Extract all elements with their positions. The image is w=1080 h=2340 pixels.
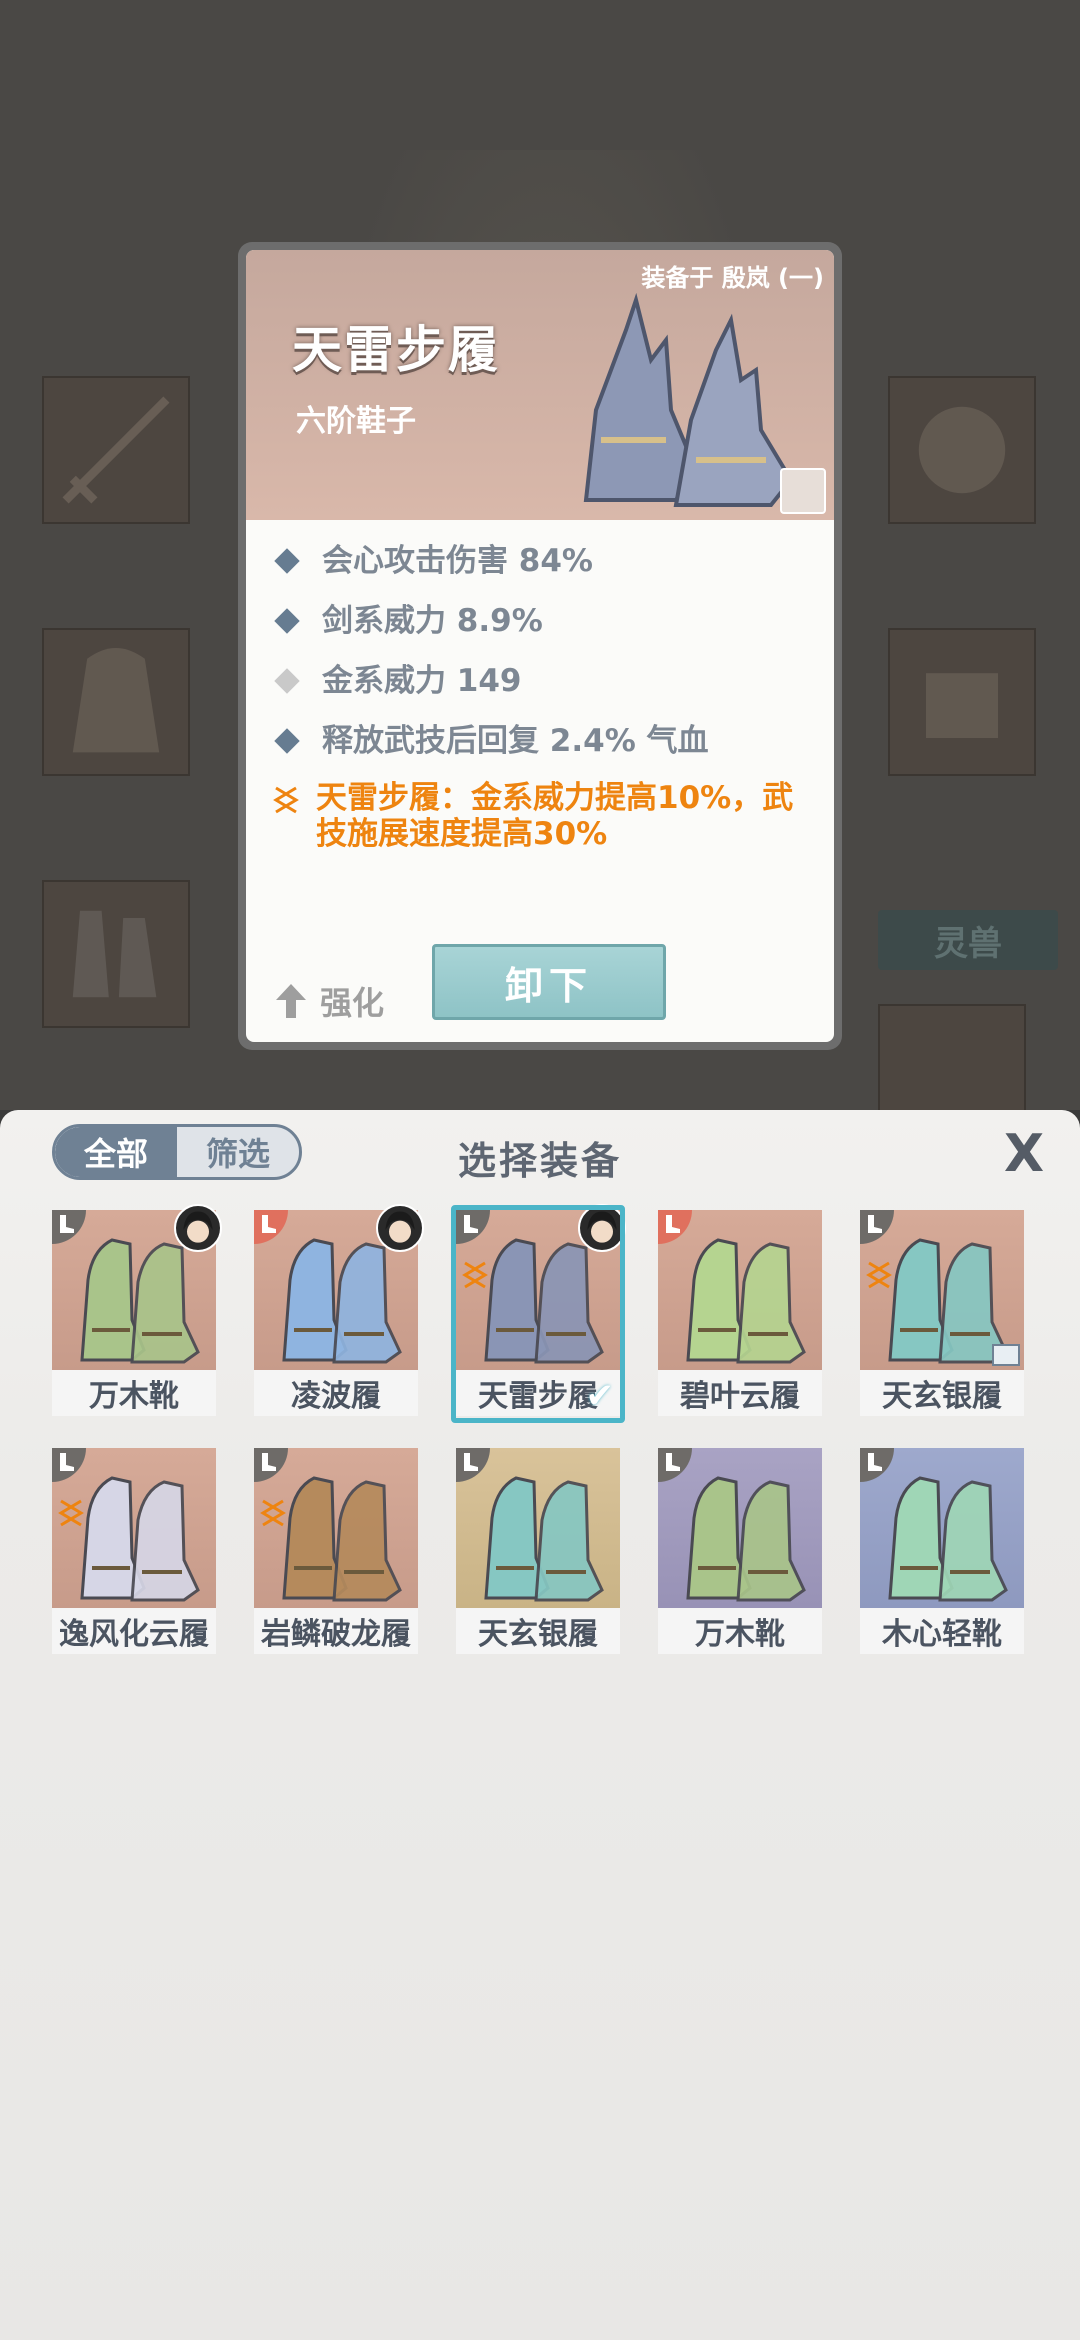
boots-art-icon xyxy=(583,292,794,507)
equipment-tile[interactable]: 逸风化云履 xyxy=(52,1448,216,1656)
up-arrow-icon xyxy=(276,984,306,1018)
select-equipment-panel: 全部 筛选 选择装备 X 万木靴 凌波履 天雷步履 ✔ 碧叶云履 天玄银履 逸风化云履 岩鳞破… xyxy=(0,1110,1080,2340)
stat-text: 会心攻击伤害 84% xyxy=(322,543,593,579)
enhance-label: 强化 xyxy=(320,984,385,1022)
equipment-detail-card: 装备于 殷岚 (一) 天雷步履 六阶鞋子 会心攻击伤害 84% 剑系威力 8.9… xyxy=(238,242,842,1050)
equipped-on-label: 装备于 殷岚 (一) xyxy=(641,264,824,292)
card-header: 装备于 殷岚 (一) 天雷步履 六阶鞋子 xyxy=(246,250,834,520)
diamond-icon xyxy=(274,608,300,634)
set-bonus-icon xyxy=(260,1498,286,1528)
stat-text: 金系威力 149 xyxy=(322,663,522,699)
pet-tab: 灵兽 xyxy=(878,910,1058,970)
stat-row: 金系威力 149 xyxy=(272,660,814,702)
accessory-slot xyxy=(888,376,1036,524)
set-bonus-text: 天雷步履：金系威力提高10%，武 技施展速度提高30% xyxy=(316,780,793,852)
equipment-tile[interactable]: 木心轻靴 xyxy=(860,1448,1024,1656)
equipment-name: 万木靴 xyxy=(658,1608,822,1654)
enhance-button[interactable]: 强化 xyxy=(274,978,384,1024)
stat-row: 剑系威力 8.9% xyxy=(272,600,814,642)
panel-title: 选择装备 xyxy=(457,1139,622,1183)
equipment-tile[interactable]: 天雷步履 ✔ xyxy=(451,1204,626,1423)
pet-slot xyxy=(878,1004,1026,1110)
bind-tag-icon xyxy=(780,468,826,514)
equipment-tile[interactable]: 天玄银履 xyxy=(860,1210,1024,1418)
diamond-icon xyxy=(274,728,300,754)
equipment-tile[interactable]: 凌波履 xyxy=(254,1204,424,1418)
pet-tab-label: 灵兽 xyxy=(934,923,1002,964)
set-bonus-line: 天雷步履：金系威力提高10%，武 xyxy=(316,780,794,816)
checkmark-icon: ✔ xyxy=(585,1376,615,1416)
equipment-name: 凌波履 xyxy=(254,1370,418,1416)
set-bonus-icon xyxy=(58,1498,84,1528)
equipment-tile[interactable]: 万木靴 xyxy=(658,1448,822,1656)
close-button[interactable]: X xyxy=(998,1128,1050,1180)
equipment-tile[interactable]: 岩鳞破龙履 xyxy=(254,1448,418,1656)
diamond-icon xyxy=(274,548,300,574)
stats-list: 会心攻击伤害 84% 剑系威力 8.9% 金系威力 149 释放武技后回复 2.… xyxy=(272,540,814,870)
equipment-name: 万木靴 xyxy=(52,1370,216,1416)
item-type: 六阶鞋子 xyxy=(296,404,416,439)
relic-slot xyxy=(888,628,1036,776)
equipped-character-avatar xyxy=(376,1204,424,1252)
equipment-name: 木心轻靴 xyxy=(860,1608,1024,1654)
weapon-slot xyxy=(42,376,190,524)
stat-row: 释放武技后回复 2.4% 气血 xyxy=(272,720,814,762)
stat-row: 会心攻击伤害 84% xyxy=(272,540,814,582)
item-name: 天雷步履 xyxy=(292,321,500,379)
equipment-name: 岩鳞破龙履 xyxy=(254,1608,418,1654)
card-body: 装备于 殷岚 (一) 天雷步履 六阶鞋子 会心攻击伤害 84% 剑系威力 8.9… xyxy=(246,250,834,1042)
equipment-tile[interactable]: 碧叶云履 xyxy=(658,1210,822,1418)
equipment-tile[interactable]: 天玄银履 xyxy=(456,1448,620,1656)
stat-text: 剑系威力 8.9% xyxy=(322,603,543,639)
equipment-name: 天玄银履 xyxy=(456,1608,620,1654)
equipment-name: 逸风化云履 xyxy=(52,1608,216,1654)
equipment-name: 天玄银履 xyxy=(860,1370,1024,1416)
armor-slot xyxy=(42,628,190,776)
equipment-tile[interactable]: 万木靴 xyxy=(52,1204,222,1418)
diamond-icon xyxy=(274,668,300,694)
boots-slot xyxy=(42,880,190,1028)
equipped-character-avatar xyxy=(174,1204,222,1252)
set-bonus-icon xyxy=(273,786,299,814)
bind-tag-icon xyxy=(992,1344,1020,1366)
equipment-name: 碧叶云履 xyxy=(658,1370,822,1416)
set-bonus-row: 天雷步履：金系威力提高10%，武 技施展速度提高30% xyxy=(272,780,814,852)
unequip-button[interactable]: 卸下 xyxy=(432,944,666,1020)
stat-text: 释放武技后回复 2.4% 气血 xyxy=(322,723,709,759)
set-bonus-icon xyxy=(866,1260,892,1290)
set-bonus-line: 技施展速度提高30% xyxy=(316,816,608,852)
